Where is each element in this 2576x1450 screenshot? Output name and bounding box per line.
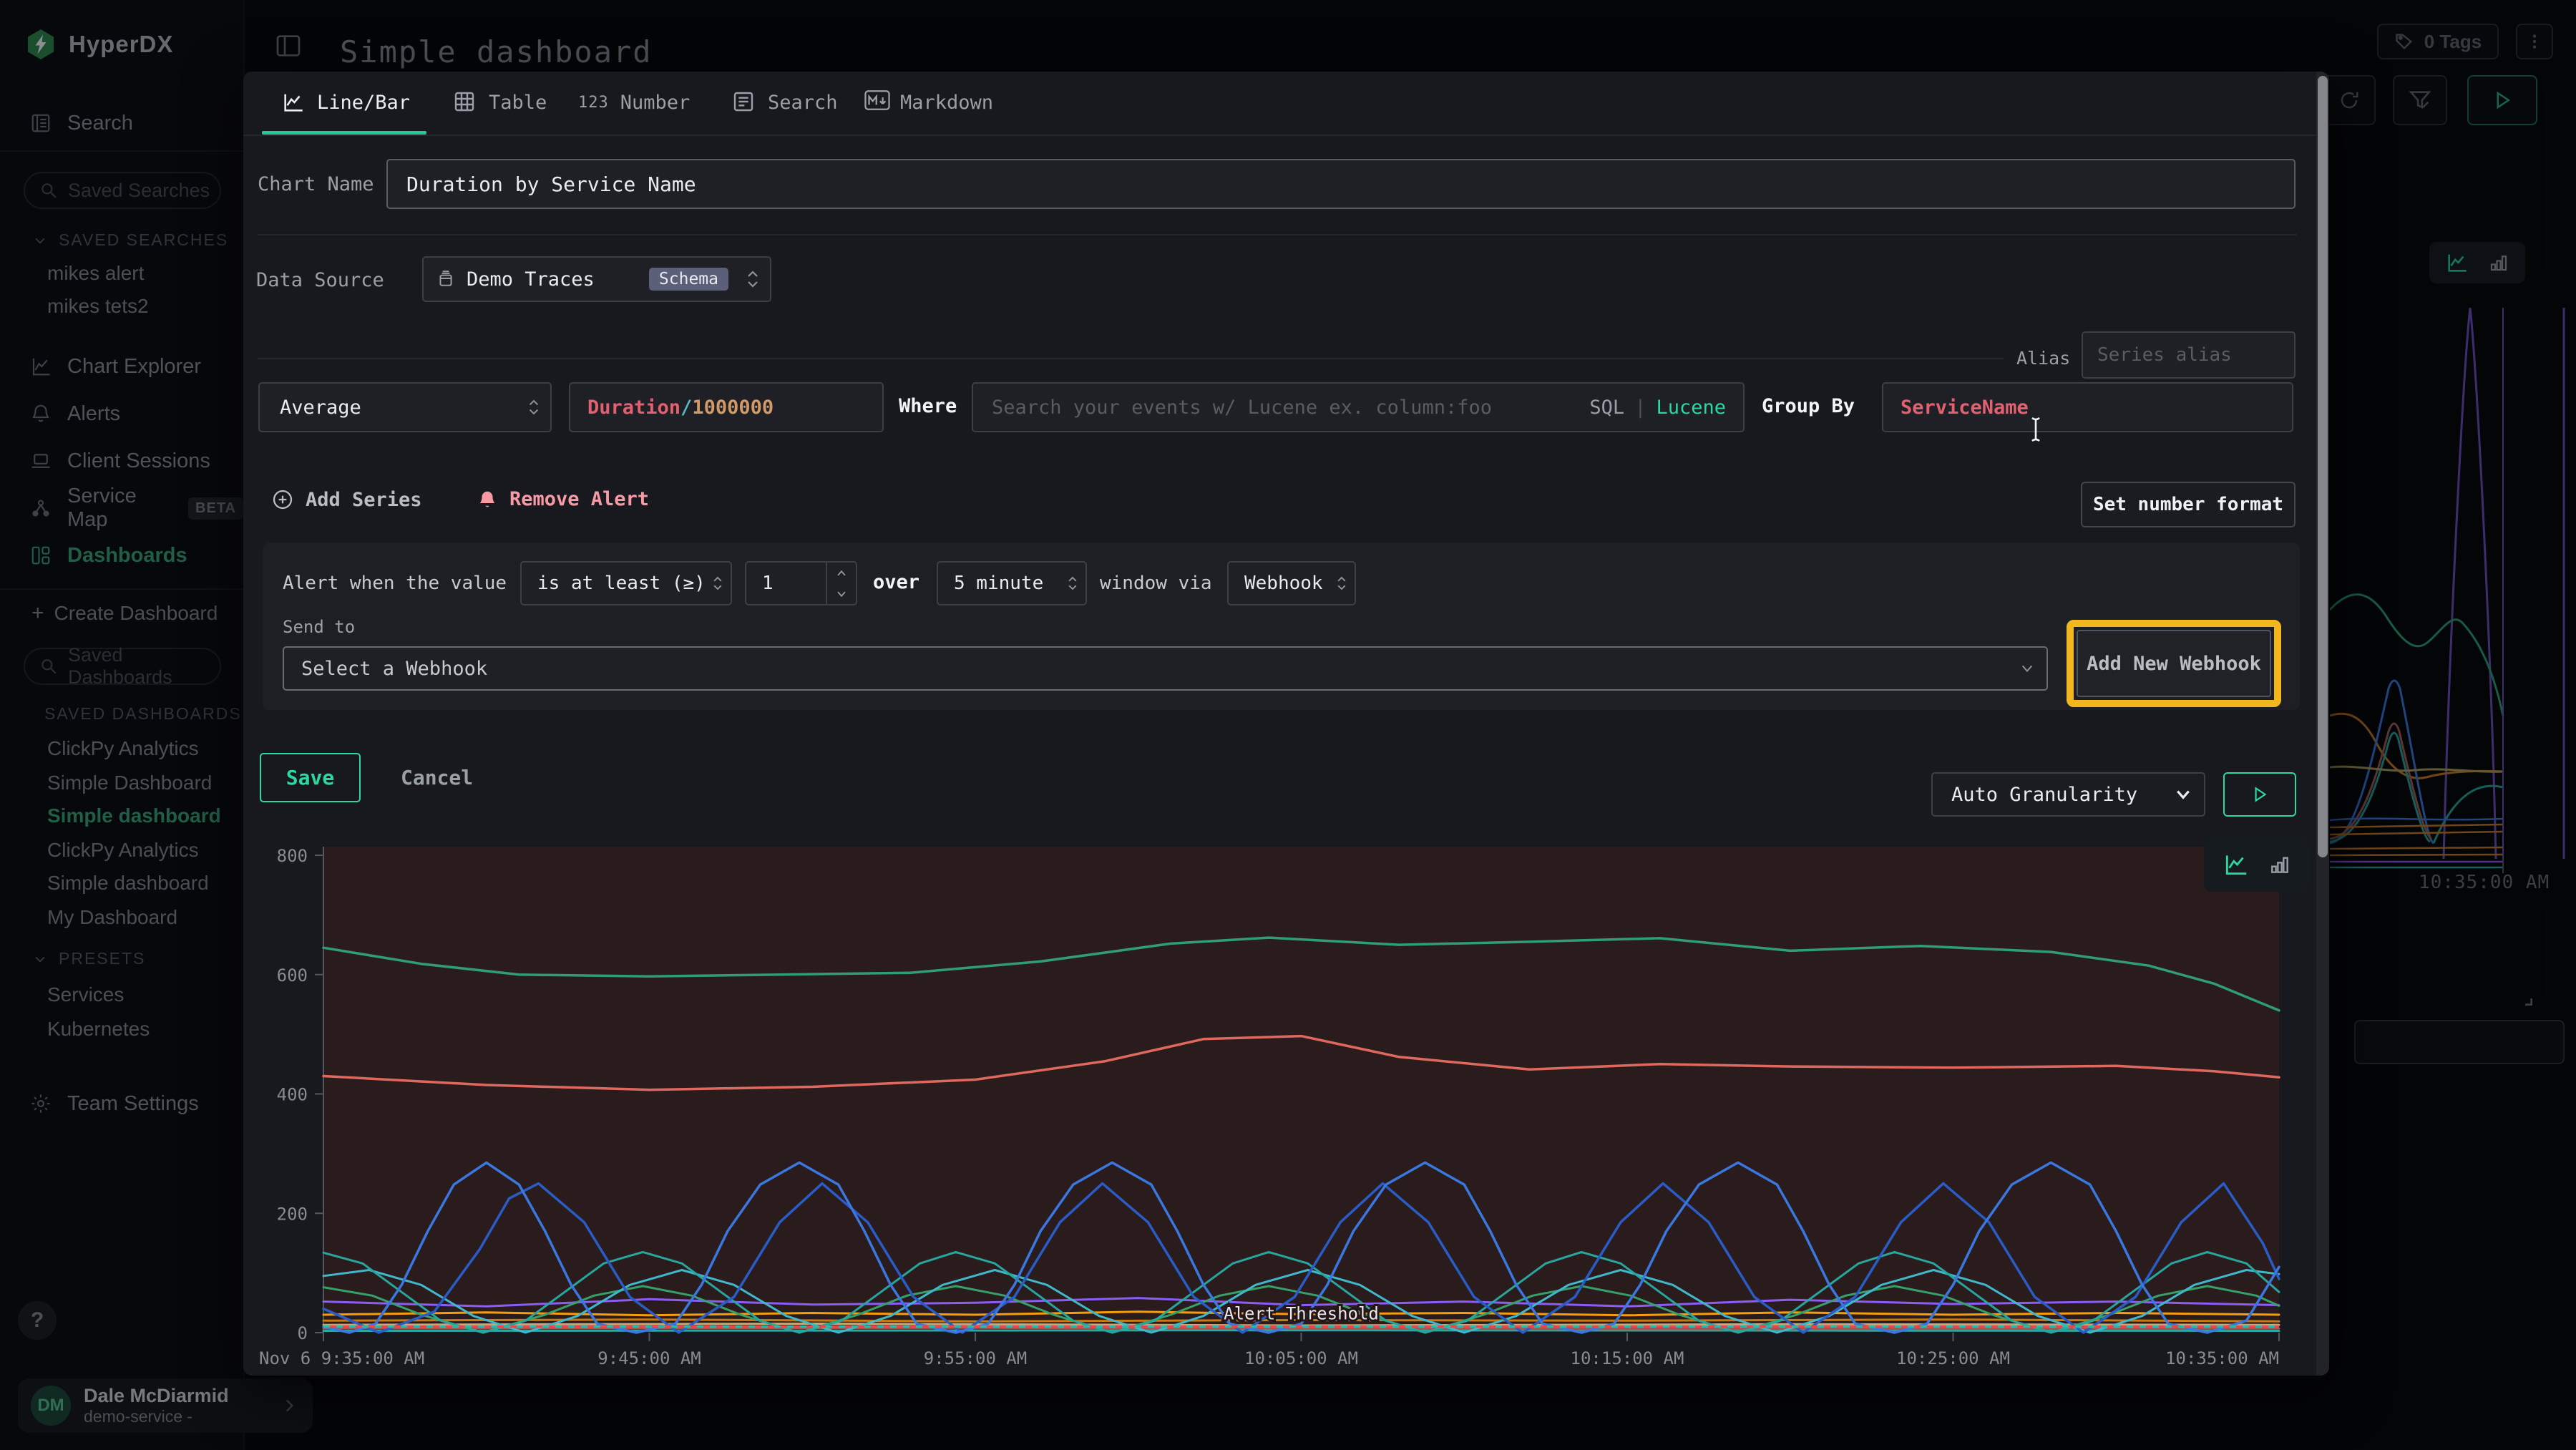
chart-name-input[interactable]: Duration by Service Name: [386, 159, 2296, 209]
line-chart-icon: [281, 90, 306, 115]
scrollbar-thumb[interactable]: [2318, 76, 2328, 857]
remove-alert-button[interactable]: Remove Alert: [477, 488, 649, 510]
tab-number[interactable]: 123 Number: [578, 72, 690, 133]
add-webhook-highlight: Add New Webhook: [2067, 620, 2281, 707]
tab-line-bar[interactable]: Line/Bar: [281, 72, 410, 133]
number-token: 1000000: [692, 396, 774, 419]
play-icon: [2250, 785, 2269, 804]
database-icon: [436, 269, 455, 289]
send-to-label: Send to: [283, 617, 355, 637]
chart-name-label: Chart Name: [258, 173, 374, 195]
alert-channel-select[interactable]: Webhook: [1227, 561, 1356, 605]
text-cursor: [2026, 415, 2045, 444]
step-up-icon[interactable]: [836, 569, 847, 578]
svg-text:10:15:00 AM: 10:15:00 AM: [1571, 1348, 1684, 1368]
number-123-icon: 123: [578, 94, 609, 112]
edit-chart-modal: Line/Bar Table 123 Number Search Markdow…: [243, 72, 2329, 1376]
chevron-down-icon: [2175, 789, 2191, 800]
granularity-select[interactable]: Auto Granularity: [1931, 772, 2205, 817]
webhook-select[interactable]: Select a Webhook: [283, 646, 2048, 691]
svg-text:200: 200: [277, 1204, 308, 1224]
alert-window-select[interactable]: 5 minute: [937, 561, 1087, 605]
field-expression-input[interactable]: Duration/1000000: [569, 382, 884, 432]
circle-plus-icon: [271, 488, 294, 511]
select-chevrons-icon: [712, 575, 723, 592]
set-number-format-button[interactable]: Set number format: [2081, 482, 2296, 527]
svg-text:400: 400: [277, 1085, 308, 1105]
svg-text:9:55:00 AM: 9:55:00 AM: [924, 1348, 1028, 1368]
alert-chart-svg: 0 200 400 600 800 Nov 6 9:35:00 AM 9:45:00 AM 9…: [258, 834, 2297, 1372]
lucene-mode-toggle[interactable]: Lucene: [1656, 396, 1726, 419]
line-chart-icon[interactable]: [2223, 851, 2250, 878]
chart-type-tabs: Line/Bar Table 123 Number Search Markdow…: [243, 72, 2316, 136]
svg-text:0: 0: [298, 1323, 308, 1343]
save-button[interactable]: Save: [260, 753, 361, 802]
field-token: Duration: [587, 396, 680, 419]
chevron-down-icon: [2021, 663, 2034, 673]
data-source-label: Data Source: [256, 269, 384, 291]
active-tab-indicator: [262, 131, 426, 135]
svg-text:Alert Threshold: Alert Threshold: [1224, 1304, 1379, 1324]
number-stepper[interactable]: [826, 563, 856, 604]
alert-value-input[interactable]: 1: [745, 561, 857, 605]
data-source-select[interactable]: Demo Traces Schema: [422, 256, 771, 302]
alert-prefix-label: Alert when the value: [283, 573, 507, 594]
tab-table[interactable]: Table: [453, 72, 547, 133]
table-icon: [453, 90, 477, 115]
bell-alert-icon: [477, 489, 498, 510]
operator-token: /: [680, 396, 692, 419]
alert-config-panel: Alert when the value is at least (≥) 1 o…: [263, 542, 2300, 710]
where-label: Where: [899, 395, 957, 417]
run-query-button[interactable]: [2223, 772, 2296, 817]
group-by-input[interactable]: ServiceName: [1882, 382, 2293, 432]
over-label: over: [873, 571, 919, 593]
alias-label: Alias: [2016, 348, 2070, 369]
svg-text:10:05:00 AM: 10:05:00 AM: [1244, 1348, 1358, 1368]
schema-badge: Schema: [649, 268, 728, 291]
svg-text:10:25:00 AM: 10:25:00 AM: [1896, 1348, 2010, 1368]
search-list-icon: [732, 90, 756, 115]
select-chevrons-icon: [1067, 575, 1078, 592]
chart-type-toggle[interactable]: [2204, 837, 2310, 892]
aggregation-select[interactable]: Average: [258, 382, 552, 432]
add-new-webhook-button[interactable]: Add New Webhook: [2077, 630, 2271, 697]
markdown-icon: [864, 90, 889, 115]
alert-comparator-select[interactable]: is at least (≥): [520, 561, 732, 605]
alias-input[interactable]: Series alias: [2082, 331, 2296, 379]
step-down-icon[interactable]: [836, 590, 847, 598]
alert-chart-preview: 0 200 400 600 800 Nov 6 9:35:00 AM 9:45:00 AM 9…: [258, 834, 2297, 1372]
sql-mode-toggle[interactable]: SQL: [1589, 396, 1624, 419]
tab-search[interactable]: Search: [732, 72, 838, 133]
window-via-label: window via: [1100, 573, 1212, 594]
bar-chart-icon[interactable]: [2268, 853, 2291, 876]
select-chevrons-icon: [527, 398, 540, 417]
cancel-button[interactable]: Cancel: [401, 766, 473, 789]
svg-text:9:45:00 AM: 9:45:00 AM: [597, 1348, 701, 1368]
where-search-input[interactable]: Search your events w/ Lucene ex. column:…: [972, 382, 1745, 432]
group-by-label: Group By: [1762, 395, 1855, 417]
modal-scrollbar[interactable]: [2316, 72, 2329, 1376]
svg-text:Nov 6 9:35:00 AM: Nov 6 9:35:00 AM: [259, 1348, 424, 1368]
svg-text:600: 600: [277, 965, 308, 986]
select-chevrons-icon: [746, 269, 760, 289]
tab-markdown[interactable]: Markdown: [864, 72, 993, 133]
svg-text:800: 800: [277, 846, 308, 866]
svg-text:10:35:00 AM: 10:35:00 AM: [2165, 1348, 2279, 1368]
select-chevrons-icon: [1336, 575, 1347, 592]
add-series-button[interactable]: Add Series: [271, 488, 422, 511]
